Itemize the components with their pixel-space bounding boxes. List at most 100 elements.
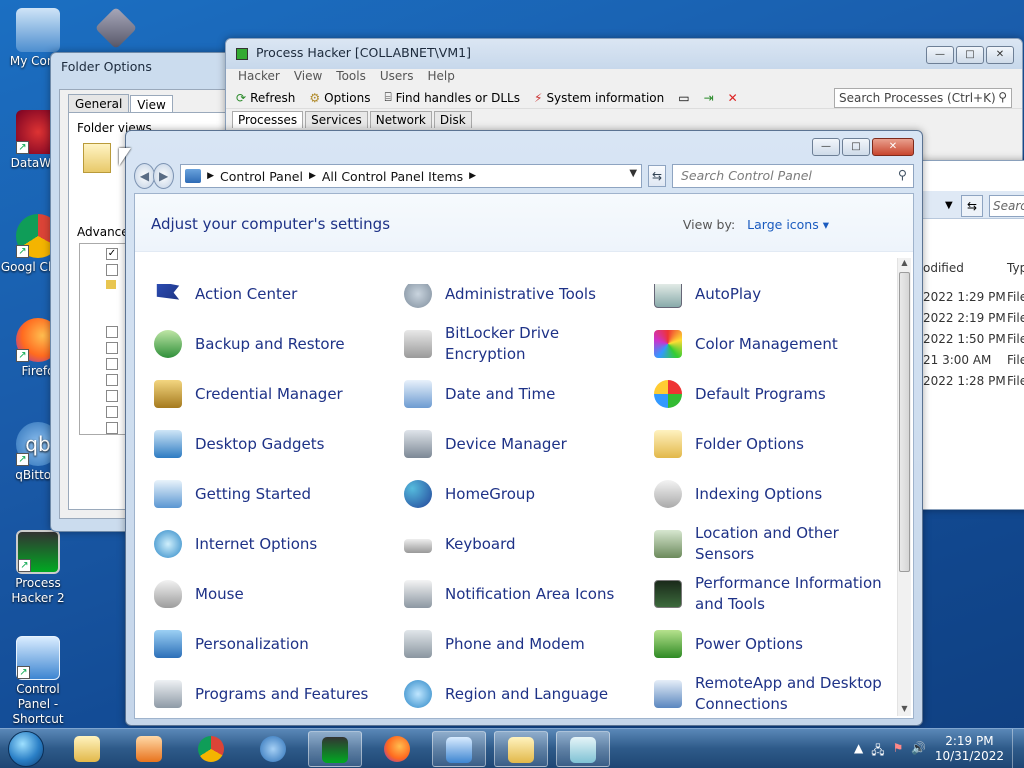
show-hidden-icons-button[interactable]: ▲ — [854, 741, 863, 762]
menu-hacker[interactable]: Hacker — [238, 69, 280, 87]
cp-item-device-manager[interactable]: Device Manager — [401, 424, 641, 464]
menu-users[interactable]: Users — [380, 69, 414, 87]
options-button[interactable]: ⚙ Options — [309, 91, 370, 105]
chevron-right-icon[interactable]: ▶ — [469, 171, 476, 181]
tab-services[interactable]: Services — [305, 111, 368, 128]
checkbox[interactable] — [106, 406, 118, 418]
taskbar-process-hacker[interactable] — [308, 731, 362, 767]
minimize-button[interactable]: — — [812, 138, 840, 156]
go-icon[interactable]: ⇥ — [704, 91, 714, 105]
refresh-button[interactable]: ⟳ Refresh — [236, 91, 295, 105]
cp-item-desktop-gadgets[interactable]: Desktop Gadgets — [151, 424, 391, 464]
cp-item-region-and-language[interactable]: Region and Language — [401, 674, 641, 714]
cp-item-credential-manager[interactable]: Credential Manager — [151, 374, 391, 414]
chevron-right-icon[interactable]: ▶ — [207, 171, 214, 181]
checkbox[interactable] — [106, 374, 118, 386]
tab-processes[interactable]: Processes — [232, 111, 304, 128]
chevron-right-icon[interactable]: ▶ — [309, 171, 316, 181]
checkbox[interactable] — [106, 342, 118, 354]
cp-item-bitlocker-drive-encryption[interactable]: BitLocker Drive Encryption — [401, 324, 641, 364]
cp-item-administrative-tools[interactable]: Administrative Tools — [401, 284, 641, 314]
search-processes-input[interactable]: Search Processes (Ctrl+K) ⚲ — [834, 88, 1012, 108]
taskbar-media-player[interactable] — [122, 731, 176, 767]
taskbar-qbittorrent[interactable] — [246, 731, 300, 767]
vertical-scrollbar[interactable]: ▲ ▼ — [897, 258, 911, 716]
close-button[interactable]: ✕ — [872, 138, 914, 156]
cp-item-backup-and-restore[interactable]: Backup and Restore — [151, 324, 391, 364]
maximize-button[interactable]: □ — [956, 46, 984, 64]
file-row-type[interactable]: File — [1007, 332, 1024, 346]
cp-item-getting-started[interactable]: Getting Started — [151, 474, 391, 514]
close-button[interactable]: ✕ — [986, 46, 1014, 64]
file-row-modified[interactable]: 21 3:00 AM — [923, 353, 991, 367]
clock[interactable]: 2:19 PM 10/31/2022 — [935, 734, 1004, 764]
cp-item-date-and-time[interactable]: Date and Time — [401, 374, 641, 414]
column-header-modified[interactable]: odified — [923, 261, 964, 275]
cp-item-homegroup[interactable]: HomeGroup — [401, 474, 641, 514]
desktop-icon-process-hacker[interactable]: ↗ Process Hacker 2 — [0, 530, 76, 606]
cp-item-mouse[interactable]: Mouse — [151, 574, 391, 614]
cp-item-indexing-options[interactable]: Indexing Options — [651, 474, 891, 514]
cp-item-color-management[interactable]: Color Management — [651, 324, 891, 364]
taskbar-firefox[interactable] — [370, 731, 424, 767]
scroll-down-button[interactable]: ▼ — [898, 704, 911, 716]
cp-item-internet-options[interactable]: Internet Options — [151, 524, 391, 564]
show-desktop-button[interactable] — [1012, 729, 1024, 768]
cp-item-notification-area-icons[interactable]: Notification Area Icons — [401, 574, 641, 614]
volume-icon[interactable]: 🔊 — [911, 741, 926, 762]
cp-item-performance-information-and-tools[interactable]: Performance Information and Tools — [651, 574, 891, 614]
back-button[interactable]: ◀ — [134, 163, 156, 189]
checkbox[interactable]: ✓ — [106, 248, 118, 260]
taskbar-explorer[interactable] — [60, 731, 114, 767]
column-header-type[interactable]: Typ — [1007, 261, 1024, 275]
window-icon[interactable]: ▭ — [678, 91, 689, 105]
scrollbar-thumb[interactable] — [899, 272, 910, 572]
address-bar[interactable]: ▶ Control Panel ▶ All Control Panel Item… — [180, 164, 643, 188]
cp-item-location-and-other-sensors[interactable]: Location and Other Sensors — [651, 524, 891, 564]
find-handles-button[interactable]: ⌸ Find handles or DLLs — [384, 90, 520, 105]
scroll-up-button[interactable]: ▲ — [898, 258, 911, 270]
search-icon[interactable]: ⚲ — [898, 167, 907, 182]
menu-view[interactable]: View — [294, 69, 322, 87]
desktop-icon-cube[interactable] — [78, 6, 154, 50]
file-row-modified[interactable]: 2022 2:19 PM — [923, 311, 1006, 325]
taskbar-folder-options[interactable] — [494, 731, 548, 767]
checkbox[interactable] — [106, 326, 118, 338]
file-row-modified[interactable]: 2022 1:50 PM — [923, 332, 1006, 346]
checkbox[interactable] — [106, 422, 118, 434]
start-button[interactable] — [4, 729, 48, 768]
menu-tools[interactable]: Tools — [336, 69, 366, 87]
file-row-type[interactable]: File — [1007, 353, 1024, 367]
refresh-button[interactable]: ⇆ — [648, 165, 666, 187]
taskbar-chrome[interactable] — [184, 731, 238, 767]
menu-help[interactable]: Help — [427, 69, 454, 87]
desktop-icon-control-panel-shortcut[interactable]: ↗ Control Panel - Shortcut — [0, 636, 76, 727]
action-center-flag-icon[interactable]: ⚑ — [893, 741, 904, 762]
breadcrumb-all-items[interactable]: All Control Panel Items — [322, 169, 463, 184]
control-panel-window[interactable]: — □ ✕ ◀ ▶ ▶ Control Panel ▶ All Control … — [125, 130, 923, 726]
checkbox[interactable] — [106, 390, 118, 402]
search-input[interactable]: Search Control Panel ⚲ — [672, 164, 914, 188]
refresh-icon[interactable]: ⇆ — [961, 195, 983, 217]
cp-item-programs-and-features[interactable]: Programs and Features — [151, 674, 391, 714]
explorer-search-input[interactable]: Searc — [989, 195, 1024, 217]
tab-disk[interactable]: Disk — [433, 111, 472, 128]
cp-item-remoteapp-and-desktop-connections[interactable]: RemoteApp and Desktop Connections — [651, 674, 891, 714]
cp-item-power-options[interactable]: Power Options — [651, 624, 891, 664]
forward-button[interactable]: ▶ — [153, 163, 175, 189]
checkbox[interactable] — [106, 358, 118, 370]
minimize-button[interactable]: — — [926, 46, 954, 64]
cp-item-keyboard[interactable]: Keyboard — [401, 524, 641, 564]
cp-item-default-programs[interactable]: Default Programs — [651, 374, 891, 414]
terminate-icon[interactable]: ✕ — [728, 91, 738, 105]
cp-item-phone-and-modem[interactable]: Phone and Modem — [401, 624, 641, 664]
cp-item-personalization[interactable]: Personalization — [151, 624, 391, 664]
maximize-button[interactable]: □ — [842, 138, 870, 156]
checkbox[interactable] — [106, 264, 118, 276]
tab-general[interactable]: General — [68, 94, 130, 113]
file-row-type[interactable]: File — [1007, 311, 1024, 325]
dropdown-icon[interactable]: ▼ — [945, 200, 953, 211]
cp-item-folder-options[interactable]: Folder Options — [651, 424, 891, 464]
taskbar-window[interactable] — [556, 731, 610, 767]
chevron-down-icon[interactable]: ▼ — [629, 168, 637, 179]
